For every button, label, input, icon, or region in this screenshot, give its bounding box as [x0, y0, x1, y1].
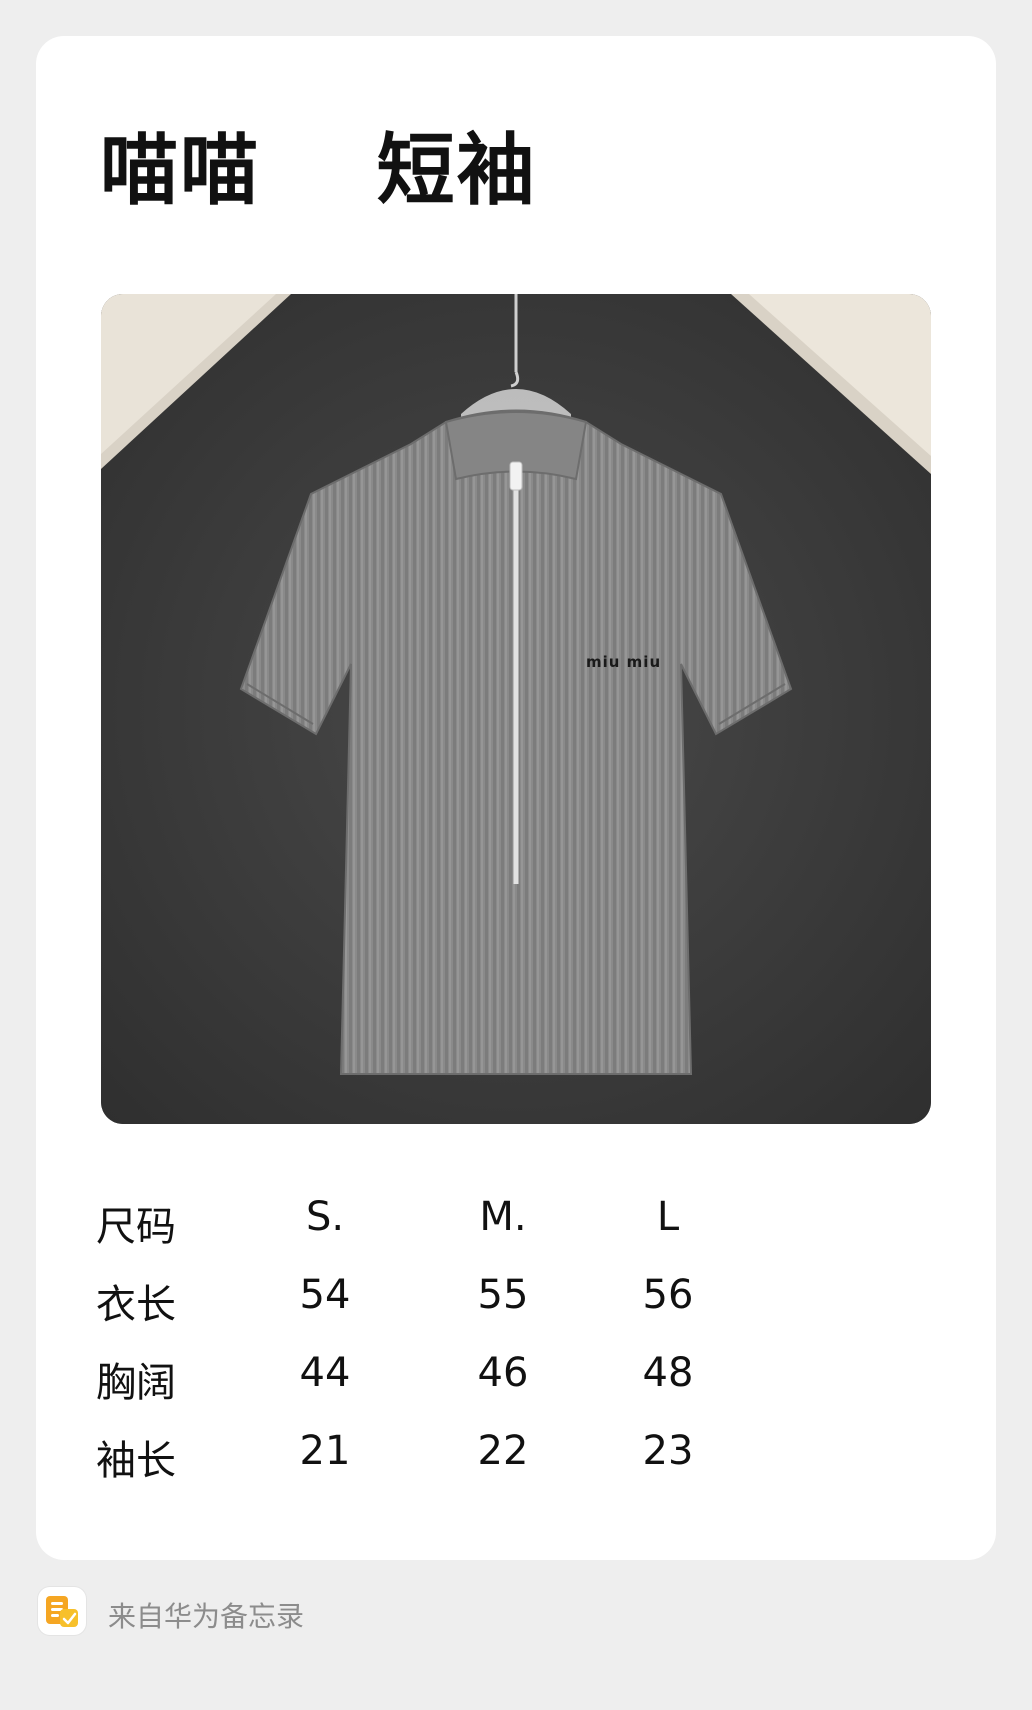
note-title: 喵喵 短袖	[100, 126, 537, 216]
note-card: 喵喵 短袖 miu miu 尺码 S. M. L 衣长 54 55 56 胸阔 …	[36, 36, 996, 1560]
product-photo[interactable]: miu miu	[101, 294, 931, 1124]
cell-value: 48	[642, 1350, 694, 1396]
cell-value: 56	[642, 1272, 694, 1318]
row-label: 胸阔	[96, 1360, 176, 1406]
cell-value: 46	[477, 1350, 529, 1396]
cell-size-m: M.	[479, 1194, 527, 1240]
product-photo-image: miu miu	[101, 294, 931, 1124]
source-label: 来自华为备忘录	[108, 1600, 305, 1633]
row-label: 衣长	[96, 1282, 176, 1328]
row-label: 尺码	[96, 1204, 176, 1250]
cell-size-l: L	[656, 1194, 680, 1240]
cell-size-s: S.	[305, 1194, 345, 1240]
huawei-notepad-icon	[38, 1587, 86, 1635]
row-label: 袖长	[96, 1438, 176, 1484]
cell-value: 55	[477, 1272, 529, 1318]
cell-value: 21	[299, 1428, 351, 1474]
cell-value: 22	[477, 1428, 529, 1474]
cell-value: 44	[299, 1350, 351, 1396]
svg-text:miu miu: miu miu	[586, 653, 661, 671]
cell-value: 54	[299, 1272, 351, 1318]
cell-value: 23	[642, 1428, 694, 1474]
